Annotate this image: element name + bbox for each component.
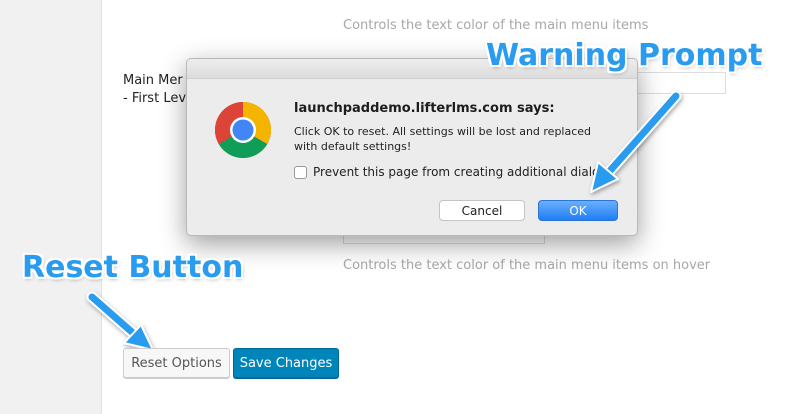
reset-button-annotation: Reset Button: [22, 250, 244, 285]
dialog-message: Click OK to reset. All settings will be …: [294, 125, 592, 153]
setting-description-top: Controls the text color of the main menu…: [343, 18, 649, 33]
setting-label: Main Mer - First Lev: [123, 72, 186, 108]
warning-prompt-annotation: Warning Prompt: [486, 38, 763, 73]
setting-label-line1: Main Mer: [123, 73, 183, 88]
prevent-dialogs-label: Prevent this page from creating addition…: [313, 165, 608, 179]
warning-dialog: launchpaddemo.lifterlms.com says: Click …: [186, 58, 638, 236]
reset-options-button[interactable]: Reset Options: [123, 348, 230, 378]
chrome-logo-icon: [214, 102, 272, 159]
cancel-button[interactable]: Cancel: [439, 200, 525, 221]
ok-button[interactable]: OK: [538, 200, 618, 221]
prevent-dialogs-checkbox[interactable]: [294, 165, 307, 179]
setting-label-line2: - First Lev: [123, 91, 187, 106]
save-changes-button[interactable]: Save Changes: [233, 348, 339, 378]
admin-sidebar-strip: [0, 0, 102, 414]
setting-description-bottom: Controls the text color of the main menu…: [343, 258, 711, 273]
prevent-dialogs-row[interactable]: Prevent this page from creating addition…: [294, 165, 607, 179]
dialog-title: launchpaddemo.lifterlms.com says:: [294, 101, 555, 116]
